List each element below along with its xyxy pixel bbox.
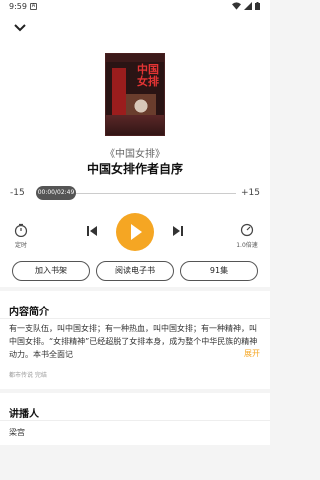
progress-thumb[interactable]: 00:00/02:49 [36, 186, 76, 200]
skip-back-button[interactable]: -15 [10, 188, 25, 198]
intro-text: 有一支队伍，叫中国女排；有一种热血，叫中国女排；有一种精神，叫中国女排。“女排精… [9, 324, 258, 359]
app-notification-icon: A [30, 3, 37, 10]
intro-section: 内容简介 有一支队伍，叫中国女排；有一种热血，叫中国女排；有一种精神，叫中国女排… [0, 291, 270, 389]
skip-forward-button[interactable]: +15 [241, 188, 260, 198]
battery-icon [255, 2, 260, 10]
chevron-down-icon[interactable] [12, 20, 28, 36]
timer-icon[interactable] [14, 223, 28, 237]
cover-title: 中国女排 [137, 63, 159, 88]
status-time: 9:59 [9, 2, 27, 11]
timer-label: 定时 [14, 242, 27, 249]
status-bar: 9:59 A [0, 0, 270, 14]
narrator-section: 讲播人 梁宫 [0, 393, 270, 445]
intro-heading: 内容简介 [9, 307, 49, 318]
speed-icon[interactable] [240, 223, 254, 237]
episodes-button[interactable]: 91集 [180, 261, 258, 281]
book-title: 《中国女排》 [105, 149, 165, 160]
narrator-heading: 讲播人 [9, 409, 39, 420]
add-to-shelf-button[interactable]: 加入书架 [12, 261, 90, 281]
book-cover: 中国女排 [105, 53, 165, 136]
chapter-title: 中国女排作者自序 [86, 162, 183, 176]
player-panel: 9:59 A 中国女排 《中国女排》 中国女排作者自序 -15 00:00/02… [0, 0, 270, 287]
read-ebook-button[interactable]: 阅读电子书 [96, 261, 174, 281]
narrator-name: 梁宫 [9, 428, 25, 437]
signal-icon [244, 2, 252, 10]
next-icon[interactable] [172, 225, 184, 237]
speed-label: 1.0倍速 [236, 242, 258, 249]
play-button[interactable] [116, 213, 154, 251]
wifi-icon [232, 2, 241, 10]
status-icons [232, 2, 260, 10]
expand-link[interactable]: 展开 [244, 348, 260, 359]
book-tags: 都市传说 完结 [9, 372, 47, 379]
previous-icon[interactable] [86, 225, 98, 237]
